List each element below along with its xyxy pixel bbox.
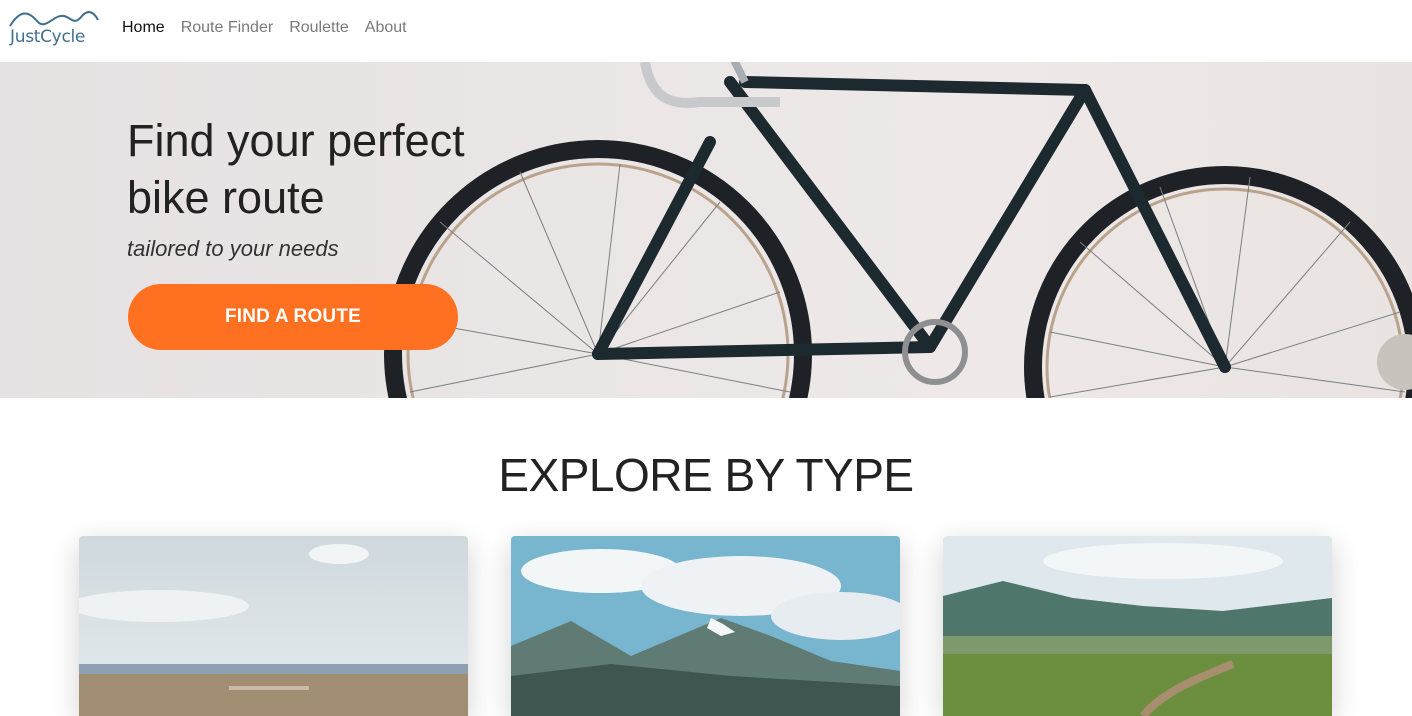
find-a-route-button[interactable]: FIND A ROUTE	[128, 284, 458, 350]
hero-banner: Find your perfect bike route tailored to…	[0, 62, 1412, 398]
nav-item-route-finder[interactable]: Route Finder	[181, 19, 274, 37]
nav-item-home[interactable]: Home	[122, 19, 165, 37]
nav-item-about[interactable]: About	[365, 19, 407, 37]
route-type-card-mountain[interactable]	[511, 536, 900, 716]
hero-title-line-1: Find your perfect	[127, 115, 465, 166]
navbar: JustCycle Home Route Finder Roulette Abo…	[0, 0, 1412, 62]
route-type-card-valley[interactable]	[943, 536, 1332, 716]
hero-title-line-2: bike route	[127, 172, 325, 223]
valley-trail-image	[943, 536, 1332, 716]
route-type-card-flat[interactable]	[79, 536, 468, 716]
nav-item-roulette[interactable]: Roulette	[289, 19, 349, 37]
logo-text: JustCycle	[10, 27, 86, 47]
justcycle-logo[interactable]: JustCycle	[8, 8, 100, 50]
hero-subtitle: tailored to your needs	[127, 236, 339, 261]
flat-plains-image	[79, 536, 468, 716]
main-nav: Home Route Finder Roulette About	[122, 19, 407, 37]
hero-title: Find your perfect bike route	[127, 112, 547, 226]
mountain-peaks-image	[511, 536, 900, 716]
explore-section-title: EXPLORE BY TYPE	[498, 449, 914, 501]
